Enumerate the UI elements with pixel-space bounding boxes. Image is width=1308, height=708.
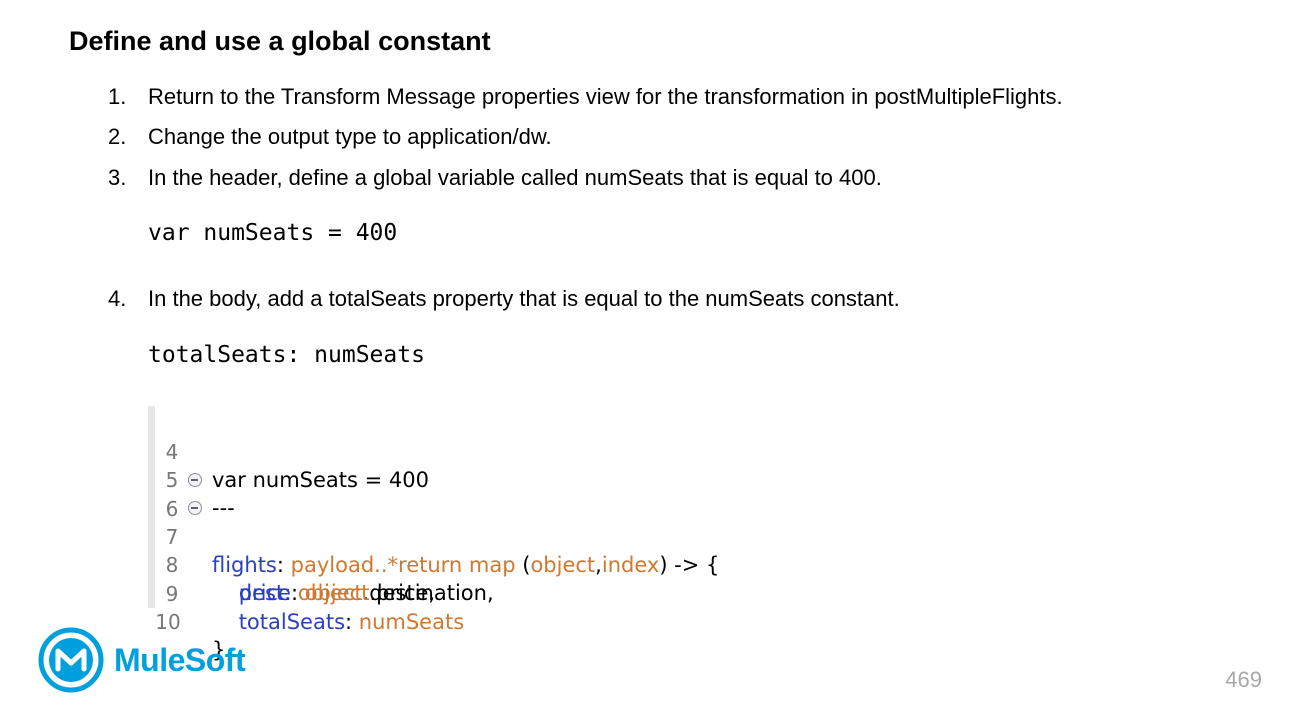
code-token: .price, xyxy=(369,581,436,605)
code-editor-screenshot: 4 var numSeats = 400 5 --- 6 flights: pa… xyxy=(148,406,848,662)
step-text: In the body, add a totalSeats property t… xyxy=(148,286,900,311)
brand-name: MuleSoft xyxy=(114,641,246,678)
step-text: In the header, define a global variable … xyxy=(148,165,882,190)
code-token: payload..* xyxy=(290,553,399,577)
fold-collapse-icon[interactable] xyxy=(188,473,202,487)
code-snippet-body: totalSeats: numSeats xyxy=(148,342,425,368)
editor-line-7: 7 dest: object.destination, xyxy=(148,495,494,605)
editor-line-4: 4 var numSeats = 400 xyxy=(148,410,429,492)
step-3: 3. In the header, define a global variab… xyxy=(108,164,882,192)
code-token: index xyxy=(601,553,660,577)
code-token: return xyxy=(398,553,463,577)
line-code: var numSeats = 400 xyxy=(212,468,430,492)
code-token: : xyxy=(276,553,291,577)
code-token: object xyxy=(530,553,596,577)
step-number: 2. xyxy=(108,124,127,149)
code-snippet-header: var numSeats = 400 xyxy=(148,220,398,246)
step-number: 3. xyxy=(108,165,127,190)
page-title: Define and use a global constant xyxy=(69,26,491,56)
step-4: 4. In the body, add a totalSeats propert… xyxy=(108,285,900,313)
code-token: ) -> { xyxy=(659,553,720,577)
page-number: 469 xyxy=(1225,667,1262,692)
editor-line-9: 9 totalSeats: numSeats xyxy=(148,552,465,634)
line-code: --- xyxy=(212,496,235,520)
line-code: totalSeats: numSeats xyxy=(212,608,464,636)
editor-line-5: 5 --- xyxy=(148,438,235,520)
code-token: flights xyxy=(212,553,277,577)
step-2: 2. Change the output type to application… xyxy=(108,123,552,151)
editor-line-6: 6 flights: payload..*return map (object,… xyxy=(148,467,719,577)
line-code: flights: payload..*return map (object,in… xyxy=(212,551,719,579)
fold-collapse-icon[interactable] xyxy=(188,501,202,515)
mulesoft-logo-icon xyxy=(38,627,104,693)
editor-line-8: 8 price: object.price, xyxy=(148,523,435,605)
code-token: : xyxy=(290,581,305,605)
code-token: object xyxy=(304,581,370,605)
step-1: 1. Return to the Transform Message prope… xyxy=(108,83,1063,111)
step-number: 4. xyxy=(108,286,127,311)
code-token: : xyxy=(345,610,359,634)
code-token: , xyxy=(595,553,602,577)
code-token: price xyxy=(212,581,291,605)
mulesoft-logo: MuleSoft xyxy=(38,627,246,693)
code-token: ( xyxy=(515,553,531,577)
editor-line-10: 10 } xyxy=(148,580,225,662)
step-text: Change the output type to application/dw… xyxy=(148,124,552,149)
code-token: numSeats xyxy=(358,610,465,634)
step-text: Return to the Transform Message properti… xyxy=(148,84,1063,109)
line-code: price: object.price, xyxy=(212,579,435,607)
code-token: map xyxy=(468,553,516,577)
step-number: 1. xyxy=(108,84,127,109)
